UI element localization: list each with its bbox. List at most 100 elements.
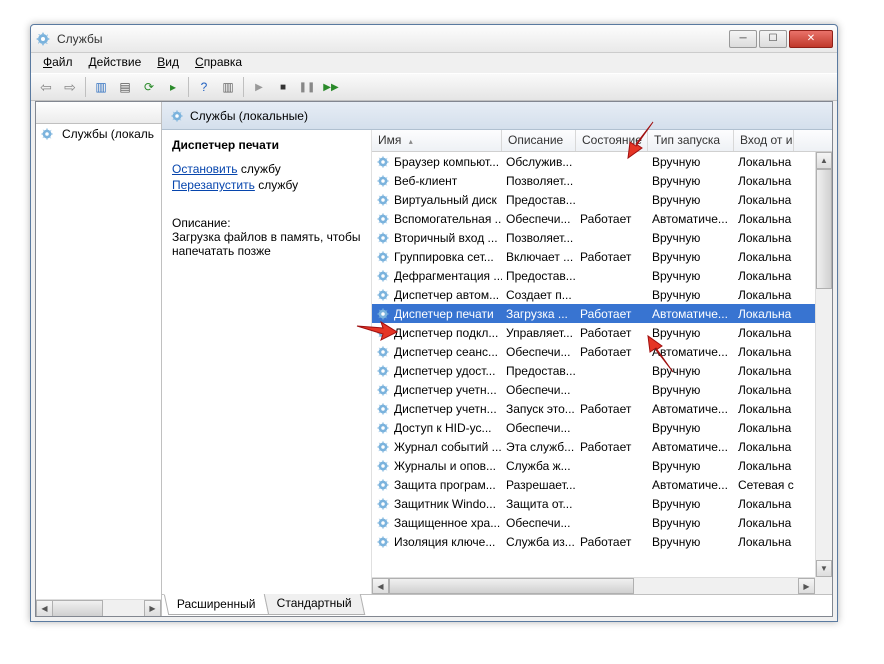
restart-service-button[interactable]: ▶▶: [320, 76, 342, 98]
service-row[interactable]: Защита програм...Разрешает...Автоматиче.…: [372, 475, 815, 494]
tree-root-services[interactable]: Службы (локаль: [36, 124, 161, 144]
service-name: Диспетчер подкл...: [394, 326, 498, 340]
pane-title: Службы (локальные): [190, 109, 308, 123]
service-startup: Автоматиче...: [648, 440, 734, 454]
service-row[interactable]: Диспетчер учетн...Запуск это...РаботаетА…: [372, 399, 815, 418]
properties-button[interactable]: ▤: [114, 76, 136, 98]
show-hide-tree-button[interactable]: ▥: [90, 76, 112, 98]
service-name: Веб-клиент: [394, 174, 457, 188]
view-tabs: Расширенный Стандартный: [162, 594, 832, 616]
col-status[interactable]: Состояние: [576, 130, 648, 151]
service-status: Работает: [576, 535, 648, 549]
pause-service-button[interactable]: ❚❚: [296, 76, 318, 98]
menu-view[interactable]: Вид: [149, 53, 187, 73]
service-startup: Автоматиче...: [648, 345, 734, 359]
service-row[interactable]: Диспетчер удост...Предостав...ВручнуюЛок…: [372, 361, 815, 380]
stop-link[interactable]: Остановить: [172, 162, 238, 176]
service-desc: Включает ...: [502, 250, 576, 264]
start-service-button[interactable]: ▶: [248, 76, 270, 98]
tab-extended[interactable]: Расширенный: [164, 594, 269, 615]
service-row[interactable]: Защитник Windo...Защита от...ВручнуюЛока…: [372, 494, 815, 513]
titlebar[interactable]: Службы ─ ☐ ✕: [31, 25, 837, 53]
service-startup: Вручную: [648, 231, 734, 245]
maximize-button[interactable]: ☐: [759, 30, 787, 48]
tree-hscrollbar[interactable]: ◀▶: [36, 599, 161, 616]
tree-root-label: Службы (локаль: [62, 127, 154, 141]
gear-icon: [376, 421, 390, 435]
service-startup: Автоматиче...: [648, 478, 734, 492]
menu-action[interactable]: Действие: [81, 53, 150, 73]
menu-help[interactable]: Справка: [187, 53, 250, 73]
service-logon: Локальна: [734, 364, 794, 378]
gear-icon: [376, 516, 390, 530]
tab-standard[interactable]: Стандартный: [263, 594, 364, 615]
service-row[interactable]: Защищенное хра...Обеспечи...ВручнуюЛокал…: [372, 513, 815, 532]
list-vscrollbar[interactable]: ▲▼: [815, 152, 832, 577]
action-pane-button[interactable]: ▥: [217, 76, 239, 98]
service-startup: Автоматиче...: [648, 212, 734, 226]
export-button[interactable]: ▸: [162, 76, 184, 98]
service-row[interactable]: Веб-клиентПозволяет...ВручнуюЛокальна: [372, 171, 815, 190]
service-row[interactable]: Доступ к HID-ус...Обеспечи...ВручнуюЛока…: [372, 418, 815, 437]
service-logon: Локальна: [734, 402, 794, 416]
service-row[interactable]: Диспетчер сеанс...Обеспечи...РаботаетАвт…: [372, 342, 815, 361]
forward-button[interactable]: ⇨: [59, 76, 81, 98]
service-logon: Сетевая с: [734, 478, 794, 492]
close-button[interactable]: ✕: [789, 30, 833, 48]
service-desc: Создает п...: [502, 288, 576, 302]
services-window: Службы ─ ☐ ✕ Файл Действие Вид Справка ⇦…: [30, 24, 838, 622]
stop-service-button[interactable]: ■: [272, 76, 294, 98]
service-row[interactable]: Дефрагментация ...Предостав...ВручнуюЛок…: [372, 266, 815, 285]
service-startup: Вручную: [648, 421, 734, 435]
service-row[interactable]: Диспетчер учетн...Обеспечи...ВручнуюЛока…: [372, 380, 815, 399]
pane-header: Службы (локальные): [162, 102, 832, 130]
service-name: Изоляция ключе...: [394, 535, 495, 549]
service-row[interactable]: Вспомогательная ...Обеспечи...РаботаетАв…: [372, 209, 815, 228]
menu-file[interactable]: Файл: [35, 53, 81, 73]
help-button[interactable]: ?: [193, 76, 215, 98]
service-startup: Вручную: [648, 364, 734, 378]
back-button[interactable]: ⇦: [35, 76, 57, 98]
list-hscrollbar[interactable]: ◀▶: [372, 577, 815, 594]
gear-icon: [376, 326, 390, 340]
gear-icon: [376, 383, 390, 397]
gear-icon: [376, 269, 390, 283]
service-desc: Эта служб...: [502, 440, 576, 454]
menubar: Файл Действие Вид Справка: [31, 53, 837, 73]
minimize-button[interactable]: ─: [729, 30, 757, 48]
restart-link[interactable]: Перезапустить: [172, 178, 255, 192]
service-row[interactable]: Диспетчер печатиЗагрузка ...РаботаетАвто…: [372, 304, 815, 323]
column-headers: Имя ▴ Описание Состояние Тип запуска Вхо…: [372, 130, 832, 152]
service-row[interactable]: Журналы и опов...Служба ж...ВручнуюЛокал…: [372, 456, 815, 475]
refresh-button[interactable]: ⟳: [138, 76, 160, 98]
service-row[interactable]: Диспетчер автом...Создает п...ВручнуюЛок…: [372, 285, 815, 304]
service-row[interactable]: Журнал событий ...Эта служб...РаботаетАв…: [372, 437, 815, 456]
service-logon: Локальна: [734, 421, 794, 435]
service-startup: Вручную: [648, 383, 734, 397]
service-startup: Вручную: [648, 326, 734, 340]
col-description[interactable]: Описание: [502, 130, 576, 151]
service-name: Вторичный вход ...: [394, 231, 498, 245]
service-row[interactable]: Вторичный вход ...Позволяет...ВручнуюЛок…: [372, 228, 815, 247]
service-logon: Локальна: [734, 516, 794, 530]
service-status: Работает: [576, 440, 648, 454]
service-logon: Локальна: [734, 326, 794, 340]
service-name: Диспетчер сеанс...: [394, 345, 498, 359]
service-row[interactable]: Группировка сет...Включает ...РаботаетВр…: [372, 247, 815, 266]
service-row[interactable]: Виртуальный дискПредостав...ВручнуюЛокал…: [372, 190, 815, 209]
service-row[interactable]: Изоляция ключе...Служба из...РаботаетВру…: [372, 532, 815, 551]
service-desc: Запуск это...: [502, 402, 576, 416]
col-logon[interactable]: Вход от и: [734, 130, 794, 151]
col-name[interactable]: Имя ▴: [372, 130, 502, 151]
gear-icon: [376, 307, 390, 321]
service-logon: Локальна: [734, 307, 794, 321]
service-name: Виртуальный диск: [394, 193, 497, 207]
service-desc: Обеспечи...: [502, 212, 576, 226]
col-startup[interactable]: Тип запуска: [648, 130, 734, 151]
service-row[interactable]: Диспетчер подкл...Управляет...РаботаетВр…: [372, 323, 815, 342]
service-startup: Вручную: [648, 459, 734, 473]
service-name: Доступ к HID-ус...: [394, 421, 492, 435]
service-name: Диспетчер печати: [394, 307, 494, 321]
service-logon: Локальна: [734, 383, 794, 397]
service-row[interactable]: Браузер компьют...Обслужив...ВручнуюЛока…: [372, 152, 815, 171]
